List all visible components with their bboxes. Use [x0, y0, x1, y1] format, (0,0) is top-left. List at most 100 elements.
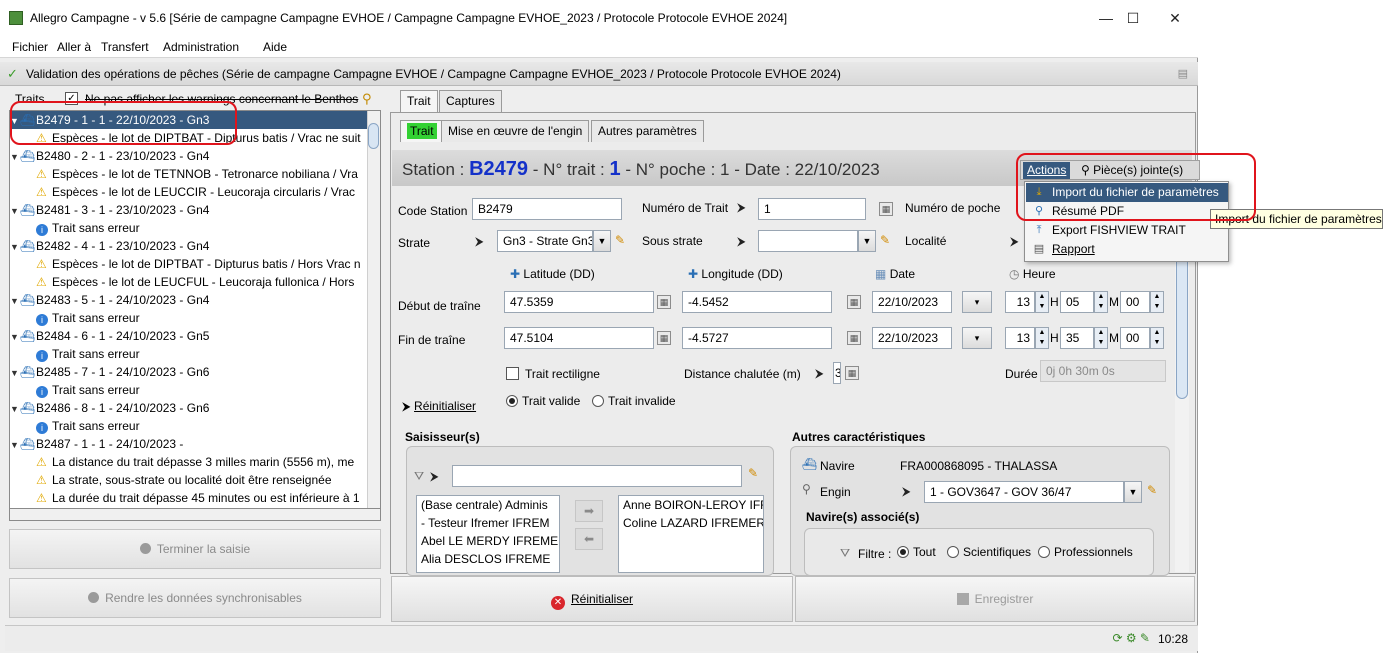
- list-item[interactable]: Abel LE MERDY IFREME: [421, 532, 559, 550]
- menu-aide[interactable]: Aide: [263, 40, 287, 54]
- debut-longitude-input[interactable]: -4.5452: [682, 291, 832, 313]
- reinitialiser-button[interactable]: ✕ Réinitialiser: [391, 576, 793, 622]
- calculator-icon[interactable]: ▦: [845, 366, 859, 380]
- tree-trait-node[interactable]: ▼⛴B2484 - 6 - 1 - 24/10/2023 - Gn5: [10, 327, 368, 345]
- chevron-down-icon[interactable]: ▼: [1124, 481, 1142, 503]
- tag-icon[interactable]: ⮞: [430, 469, 439, 484]
- engin-select[interactable]: 1 - GOV3647 - GOV 36/47: [924, 481, 1124, 503]
- saisisseur-available-list[interactable]: (Base centrale) Adminis - Testeur Ifremer…: [416, 495, 560, 573]
- fin-date-input[interactable]: 22/10/2023: [872, 327, 952, 349]
- radio-on[interactable]: [897, 546, 909, 558]
- tree-message-node[interactable]: i Trait sans erreur: [10, 381, 368, 399]
- fin-heure-input[interactable]: 13: [1005, 327, 1035, 349]
- fin-seconde-input[interactable]: 00: [1120, 327, 1150, 349]
- tree-scroll-thumb[interactable]: [368, 123, 379, 149]
- list-item[interactable]: - Testeur Ifremer IFREM: [421, 514, 559, 532]
- add-arrow-button[interactable]: ➡: [575, 500, 603, 522]
- trait-valide-radio[interactable]: Trait valide: [506, 394, 580, 408]
- strate-select[interactable]: Gn3 - Strate Gn3: [497, 230, 593, 252]
- tag-icon[interactable]: ⮞: [1010, 234, 1019, 249]
- distance-input[interactable]: 3: [833, 362, 841, 384]
- tag-icon[interactable]: ⮞: [902, 484, 911, 499]
- trait-rectiligne-checkbox[interactable]: Trait rectiligne: [506, 367, 600, 381]
- close-button[interactable]: ✕: [1152, 6, 1198, 30]
- expand-icon[interactable]: ▼: [10, 364, 20, 381]
- radio-off[interactable]: [592, 395, 604, 407]
- debut-seconde-input[interactable]: 00: [1120, 291, 1150, 313]
- tree-message-node[interactable]: ⚠ Espèces - le lot de DIPTBAT - Dipturus …: [10, 255, 368, 273]
- expand-icon[interactable]: ▼: [10, 292, 20, 309]
- spinner-icon[interactable]: ▲ ▼: [1035, 327, 1049, 349]
- subtab-autres-parametres[interactable]: Autres paramètres: [591, 120, 704, 142]
- spinner-icon[interactable]: ▲ ▼: [1150, 291, 1164, 313]
- debut-heure-input[interactable]: 13: [1005, 291, 1035, 313]
- tag-icon[interactable]: ⮞: [815, 366, 824, 381]
- checkbox[interactable]: [506, 367, 519, 380]
- spinner-icon[interactable]: ▲ ▼: [1094, 327, 1108, 349]
- tree-message-node[interactable]: i Trait sans erreur: [10, 309, 368, 327]
- chevron-down-icon[interactable]: ▼: [593, 230, 611, 252]
- filter-icon[interactable]: ⛛: [414, 469, 424, 484]
- filtre-professionnels-radio[interactable]: Professionnels: [1038, 545, 1133, 559]
- tree-trait-node[interactable]: ▼⛴B2483 - 5 - 1 - 24/10/2023 - Gn4: [10, 291, 368, 309]
- tree-vertical-scrollbar[interactable]: [367, 111, 380, 509]
- spinner-icon[interactable]: ▲ ▼: [1035, 291, 1049, 313]
- tag-icon[interactable]: ⮞: [475, 234, 484, 249]
- maximize-button[interactable]: ☐: [1110, 6, 1156, 30]
- debut-latitude-input[interactable]: 47.5359: [504, 291, 654, 313]
- tree-trait-node[interactable]: ▼⛴B2486 - 8 - 1 - 24/10/2023 - Gn6: [10, 399, 368, 417]
- calculator-icon[interactable]: ▦: [847, 331, 861, 345]
- book-icon[interactable]: ▤: [1178, 67, 1188, 80]
- chevron-down-icon[interactable]: ▼: [858, 230, 876, 252]
- sous-strate-select[interactable]: [758, 230, 858, 252]
- filtre-scientifiques-radio[interactable]: Scientifiques: [947, 545, 1031, 559]
- menu-aller[interactable]: Aller à: [57, 40, 91, 54]
- expand-icon[interactable]: ▼: [10, 148, 20, 165]
- date-picker-button[interactable]: ▾: [962, 327, 992, 349]
- tree-message-node[interactable]: ⚠ Espèces - le lot de LEUCCIR - Leucoraja…: [10, 183, 368, 201]
- menu-administration[interactable]: Administration: [163, 40, 239, 54]
- spinner-icon[interactable]: ▲ ▼: [1094, 291, 1108, 313]
- calculator-icon[interactable]: ▦: [879, 202, 893, 216]
- code-station-input[interactable]: B2479: [472, 198, 622, 220]
- saisisseur-selected-list[interactable]: Anne BOIRON-LEROY IFR Coline LAZARD IFREM…: [618, 495, 764, 573]
- calculator-icon[interactable]: ▦: [657, 295, 671, 309]
- calculator-icon[interactable]: ▦: [657, 331, 671, 345]
- calculator-icon[interactable]: ▦: [847, 295, 861, 309]
- menu-transfert[interactable]: Transfert: [101, 40, 149, 54]
- expand-icon[interactable]: ▼: [10, 436, 20, 453]
- reinitialiser-link[interactable]: ⮞ Réinitialiser: [402, 399, 476, 414]
- debut-minute-input[interactable]: 05: [1060, 291, 1094, 313]
- tree-trait-node[interactable]: ▼⛴B2482 - 4 - 1 - 23/10/2023 - Gn4: [10, 237, 368, 255]
- expand-icon[interactable]: ▼: [10, 238, 20, 255]
- fin-latitude-input[interactable]: 47.5104: [504, 327, 654, 349]
- tab-trait[interactable]: Trait: [400, 90, 438, 112]
- list-item[interactable]: Coline LAZARD IFREMER: [623, 514, 763, 532]
- trait-invalide-radio[interactable]: Trait invalide: [592, 394, 676, 408]
- list-item[interactable]: Alia DESCLOS IFREME: [421, 550, 559, 568]
- expand-icon[interactable]: ▼: [10, 328, 20, 345]
- user-icon[interactable]: ⚲: [362, 91, 378, 107]
- date-picker-button[interactable]: ▾: [962, 291, 992, 313]
- radio-off[interactable]: [947, 546, 959, 558]
- menu-fichier[interactable]: Fichier: [12, 40, 48, 54]
- spinner-icon[interactable]: ▲ ▼: [1150, 327, 1164, 349]
- edit-icon[interactable]: ✎: [748, 466, 758, 480]
- tree-trait-node[interactable]: ▼⛴B2487 - 1 - 1 - 24/10/2023 -: [10, 435, 368, 453]
- tree-message-node[interactable]: ⚠ Espèces - le lot de TETNNOB - Tetronarc…: [10, 165, 368, 183]
- subtab-trait[interactable]: Trait: [400, 120, 444, 142]
- tag-icon[interactable]: ⮞: [737, 200, 746, 215]
- terminer-saisie-button[interactable]: Terminer la saisie: [9, 529, 381, 569]
- expand-icon[interactable]: ▼: [10, 400, 20, 417]
- tree-message-node[interactable]: i Trait sans erreur: [10, 219, 368, 237]
- tree-message-node[interactable]: ⚠ La durée du trait dépasse 45 minutes ou…: [10, 489, 368, 507]
- list-item[interactable]: (Base centrale) Adminis: [421, 496, 559, 514]
- remove-arrow-button[interactable]: ⬅: [575, 528, 603, 550]
- tag-icon[interactable]: ⮞: [737, 234, 746, 249]
- rendre-synchronisables-button[interactable]: Rendre les données synchronisables: [9, 578, 381, 618]
- enregistrer-button[interactable]: Enregistrer: [795, 576, 1195, 622]
- tree-trait-node[interactable]: ▼⛴B2485 - 7 - 1 - 24/10/2023 - Gn6: [10, 363, 368, 381]
- fin-longitude-input[interactable]: -4.5727: [682, 327, 832, 349]
- traits-tree[interactable]: ▼⛴B2479 - 1 - 1 - 22/10/2023 - Gn3 ⚠ Espèc…: [9, 110, 381, 510]
- tree-message-node[interactable]: i Trait sans erreur: [10, 345, 368, 363]
